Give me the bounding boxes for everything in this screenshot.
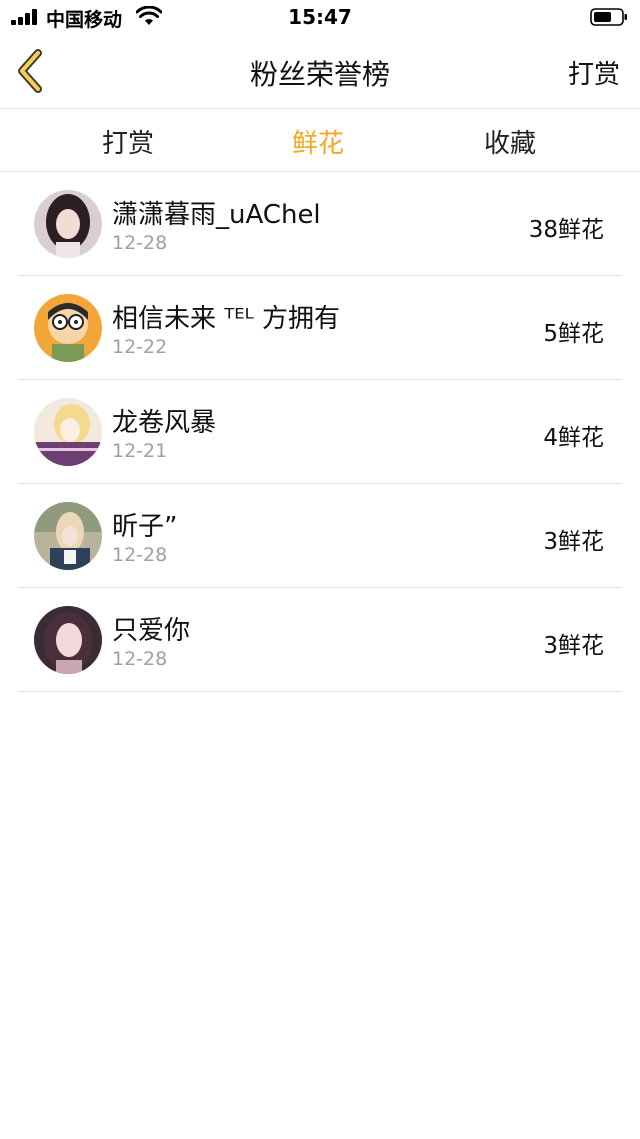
flower-count: 3鲜花 xyxy=(543,529,604,555)
tab-bar: 打赏 鲜花 收藏 xyxy=(0,109,640,172)
reward-button[interactable]: 打赏 xyxy=(568,54,620,91)
flower-count: 4鲜花 xyxy=(543,425,604,451)
avatar xyxy=(34,502,102,570)
date: 12-21 xyxy=(112,440,168,462)
avatar xyxy=(34,398,102,466)
avatar xyxy=(34,294,102,362)
user-name: 相信未来 ᵀᴱᴸ 方拥有 xyxy=(112,304,340,334)
flower-count: 38鲜花 xyxy=(528,217,604,243)
user-name: 潇潇暮雨_uAChel xyxy=(112,200,321,230)
fan-ranking-list: 潇潇暮雨_uAChel 12-28 38鲜花 相信未来 ᵀᴱᴸ 方拥有 12-2… xyxy=(0,172,640,692)
list-item[interactable]: 龙卷风暴 12-21 4鲜花 xyxy=(0,380,640,484)
avatar xyxy=(34,606,102,674)
battery-icon xyxy=(590,8,627,26)
avatar xyxy=(34,190,102,258)
nav-bar: 粉丝荣誉榜 打赏 xyxy=(0,34,640,109)
list-item[interactable]: 相信未来 ᵀᴱᴸ 方拥有 12-22 5鲜花 xyxy=(0,276,640,380)
flower-count: 3鲜花 xyxy=(543,633,604,659)
tab-flowers[interactable]: 鲜花 xyxy=(248,123,388,160)
tab-favorites[interactable]: 收藏 xyxy=(440,123,580,160)
list-item[interactable]: 昕子” 12-28 3鲜花 xyxy=(0,484,640,588)
date: 12-28 xyxy=(112,648,168,670)
status-bar: 中国移动 15:47 xyxy=(0,0,640,34)
user-name: 只爱你 xyxy=(112,616,191,646)
tab-reward[interactable]: 打赏 xyxy=(58,123,198,160)
flower-count: 5鲜花 xyxy=(543,321,604,347)
date: 12-28 xyxy=(112,232,168,254)
date: 12-28 xyxy=(112,544,168,566)
date: 12-22 xyxy=(112,336,168,358)
list-item[interactable]: 潇潇暮雨_uAChel 12-28 38鲜花 xyxy=(0,172,640,276)
user-name: 昕子” xyxy=(112,512,178,542)
page-title: 粉丝荣誉榜 xyxy=(249,58,390,91)
user-name: 龙卷风暴 xyxy=(112,408,217,438)
clock: 15:47 xyxy=(288,5,352,29)
list-item[interactable]: 只爱你 12-28 3鲜花 xyxy=(0,588,640,692)
